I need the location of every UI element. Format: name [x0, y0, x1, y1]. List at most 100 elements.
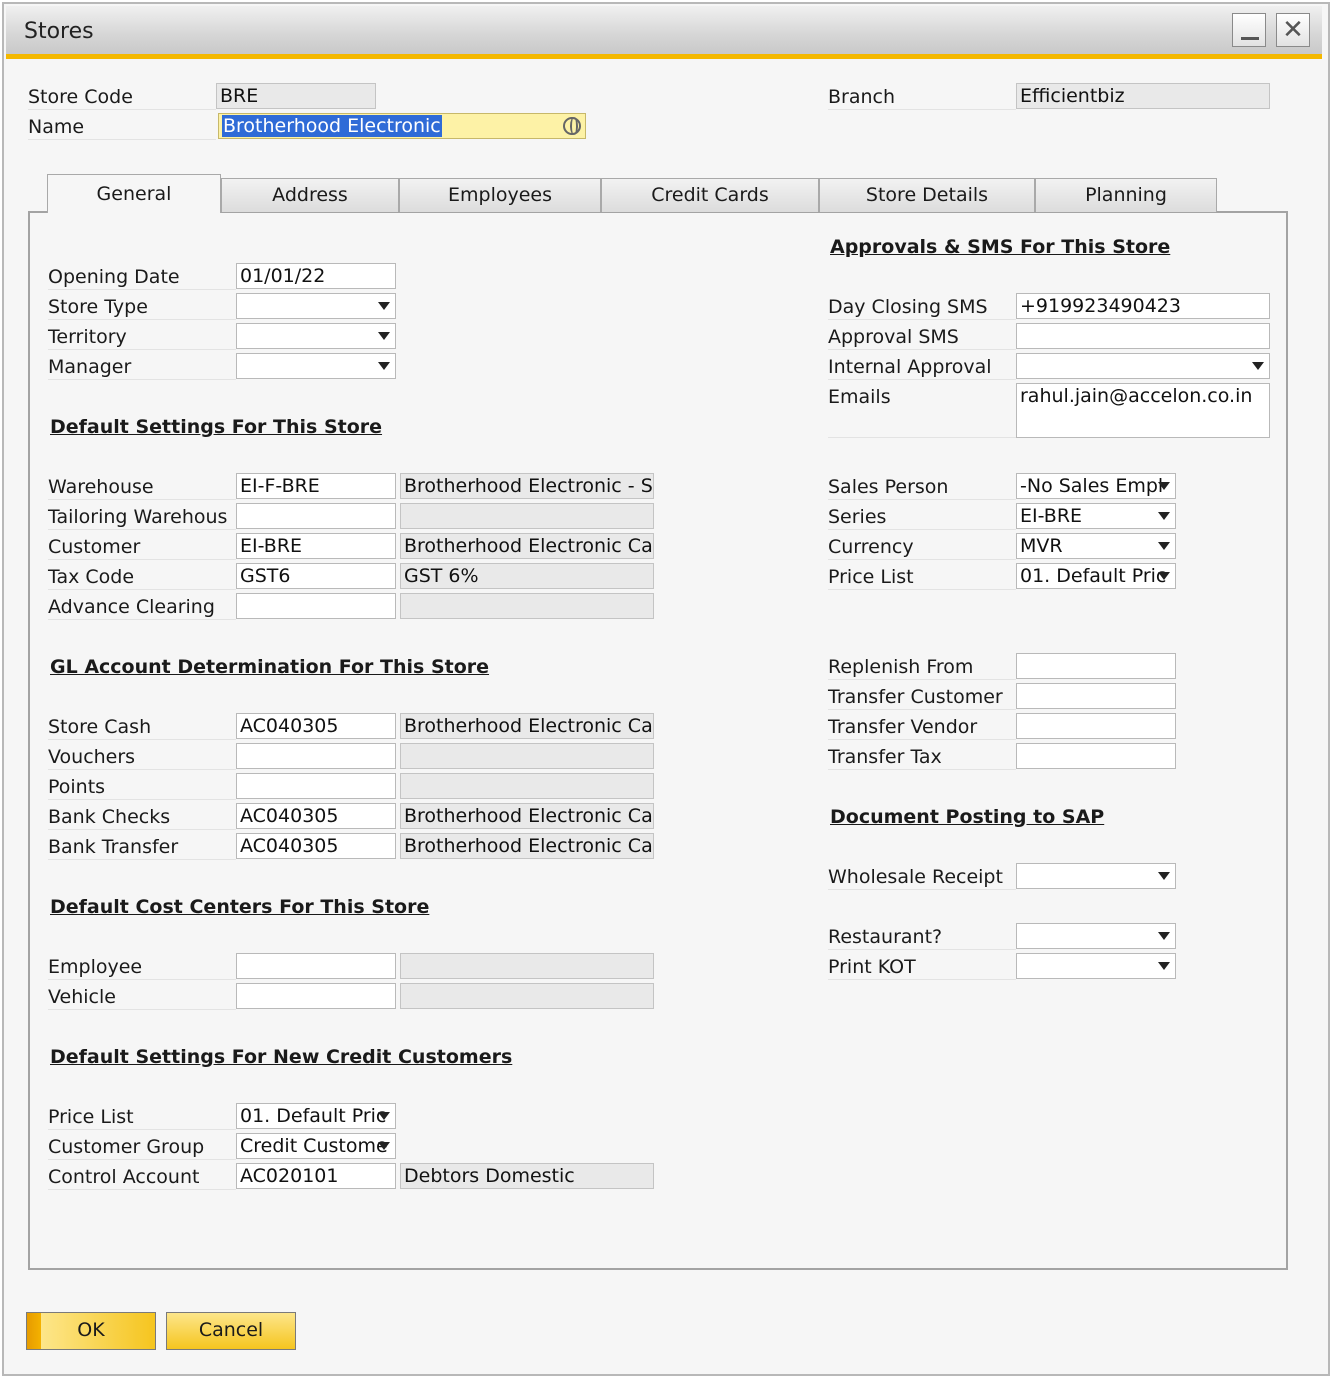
tab-planning[interactable]: Planning: [1035, 178, 1217, 212]
transfer-vendor-field[interactable]: [1016, 713, 1176, 739]
manager-label: Manager: [48, 354, 236, 380]
cancel-button[interactable]: Cancel: [166, 1312, 296, 1350]
currency-label: Currency: [828, 534, 1016, 560]
points-name-field: [400, 773, 654, 799]
bank-checks-code-field[interactable]: AC040305: [236, 803, 396, 829]
territory-label: Territory: [48, 324, 236, 350]
credit-customers-heading: Default Settings For New Credit Customer…: [50, 1046, 513, 1068]
tab-store-details[interactable]: Store Details: [819, 178, 1035, 212]
title-bar[interactable]: Stores ✕: [6, 6, 1322, 59]
control-account-label: Control Account: [48, 1164, 236, 1190]
print-kot-select[interactable]: [1016, 953, 1176, 979]
tailoring-warehouse-name-field: [400, 503, 654, 529]
bank-transfer-code-field[interactable]: AC040305: [236, 833, 396, 859]
replenish-from-label: Replenish From: [828, 654, 1016, 680]
store-type-select[interactable]: [236, 293, 396, 319]
territory-select[interactable]: [236, 323, 396, 349]
restaurant-select[interactable]: [1016, 923, 1176, 949]
transfer-customer-field[interactable]: [1016, 683, 1176, 709]
default-settings-heading: Default Settings For This Store: [50, 416, 383, 438]
store-cash-code-field[interactable]: AC040305: [236, 713, 396, 739]
approval-sms-label: Approval SMS: [828, 324, 1016, 350]
cc-price-list-label: Price List: [48, 1104, 236, 1130]
customer-group-select[interactable]: Credit Custome: [236, 1133, 396, 1159]
name-field[interactable]: Brotherhood Electronic: [218, 113, 586, 139]
name-label: Name: [28, 114, 216, 140]
manager-select[interactable]: [236, 353, 396, 379]
internal-approval-select[interactable]: [1016, 353, 1270, 379]
globe-icon[interactable]: [563, 117, 581, 135]
employee-field[interactable]: [236, 953, 396, 979]
vehicle-label: Vehicle: [48, 984, 236, 1010]
emails-field[interactable]: rahul.jain@accelon.co.in: [1016, 383, 1270, 438]
transfer-tax-label: Transfer Tax: [828, 744, 1016, 770]
vouchers-label: Vouchers: [48, 744, 236, 770]
approvals-heading: Approvals & SMS For This Store: [830, 236, 1171, 258]
employee-name-field: [400, 953, 654, 979]
day-closing-sms-field[interactable]: +919923490423: [1016, 293, 1270, 319]
tab-credit-cards[interactable]: Credit Cards: [601, 178, 819, 212]
control-account-code-field[interactable]: AC020101: [236, 1163, 396, 1189]
emails-label: Emails: [828, 384, 1016, 438]
tab-employees[interactable]: Employees: [399, 178, 601, 212]
vehicle-name-field: [400, 983, 654, 1009]
tailoring-warehouse-field[interactable]: [236, 503, 396, 529]
wholesale-receipt-select[interactable]: [1016, 863, 1176, 889]
tax-code-field[interactable]: GST6: [236, 563, 396, 589]
approval-sms-field[interactable]: [1016, 323, 1270, 349]
sales-person-label: Sales Person: [828, 474, 1016, 500]
vouchers-field[interactable]: [236, 743, 396, 769]
series-select[interactable]: EI-BRE: [1016, 503, 1176, 529]
series-label: Series: [828, 504, 1016, 530]
price-list-label: Price List: [828, 564, 1016, 590]
tailoring-warehouse-label: Tailoring Warehous: [48, 504, 236, 530]
transfer-tax-field[interactable]: [1016, 743, 1176, 769]
branch-label: Branch: [828, 84, 1016, 110]
document-posting-heading: Document Posting to SAP: [830, 806, 1105, 828]
store-code-label: Store Code: [28, 84, 216, 110]
store-type-label: Store Type: [48, 294, 236, 320]
sales-person-select[interactable]: -No Sales Empl: [1016, 473, 1176, 499]
warehouse-label: Warehouse: [48, 474, 236, 500]
minimize-button[interactable]: [1232, 13, 1266, 47]
currency-select[interactable]: MVR: [1016, 533, 1176, 559]
cost-centers-heading: Default Cost Centers For This Store: [50, 896, 430, 918]
tax-code-label: Tax Code: [48, 564, 236, 590]
tax-name-field: GST 6%: [400, 563, 654, 589]
customer-label: Customer: [48, 534, 236, 560]
branch-field[interactable]: Efficientbiz: [1016, 83, 1270, 109]
window-title: Stores: [24, 19, 94, 44]
bank-checks-name-field: Brotherhood Electronic Cas: [400, 803, 654, 829]
vehicle-field[interactable]: [236, 983, 396, 1009]
transfer-vendor-label: Transfer Vendor: [828, 714, 1016, 740]
name-field-text: Brotherhood Electronic: [222, 115, 442, 137]
customer-code-field[interactable]: EI-BRE: [236, 533, 396, 559]
store-code-field[interactable]: BRE: [216, 83, 376, 109]
points-label: Points: [48, 774, 236, 800]
store-cash-name-field: Brotherhood Electronic Cas: [400, 713, 654, 739]
warehouse-code-field[interactable]: EI-F-BRE: [236, 473, 396, 499]
bank-checks-label: Bank Checks: [48, 804, 236, 830]
customer-group-label: Customer Group: [48, 1134, 236, 1160]
vouchers-name-field: [400, 743, 654, 769]
restaurant-label: Restaurant?: [828, 924, 1016, 950]
opening-date-field[interactable]: 01/01/22: [236, 263, 396, 289]
control-account-name-field: Debtors Domestic: [400, 1163, 654, 1189]
close-button[interactable]: ✕: [1276, 13, 1310, 47]
advance-clearing-field[interactable]: [236, 593, 396, 619]
tab-address[interactable]: Address: [221, 178, 399, 212]
price-list-select[interactable]: 01. Default Pric: [1016, 563, 1176, 589]
print-kot-label: Print KOT: [828, 954, 1016, 980]
gl-account-heading: GL Account Determination For This Store: [50, 656, 490, 678]
customer-name-field: Brotherhood Electronic Cas: [400, 533, 654, 559]
cc-price-list-select[interactable]: 01. Default Pric: [236, 1103, 396, 1129]
ok-button[interactable]: OK: [26, 1312, 156, 1350]
opening-date-label: Opening Date: [48, 264, 236, 290]
tab-general[interactable]: General: [47, 174, 221, 213]
points-field[interactable]: [236, 773, 396, 799]
wholesale-receipt-label: Wholesale Receipt: [828, 864, 1016, 890]
warehouse-name-field: Brotherhood Electronic - St: [400, 473, 654, 499]
bank-transfer-label: Bank Transfer: [48, 834, 236, 860]
bank-transfer-name-field: Brotherhood Electronic Cas: [400, 833, 654, 859]
replenish-from-field[interactable]: [1016, 653, 1176, 679]
